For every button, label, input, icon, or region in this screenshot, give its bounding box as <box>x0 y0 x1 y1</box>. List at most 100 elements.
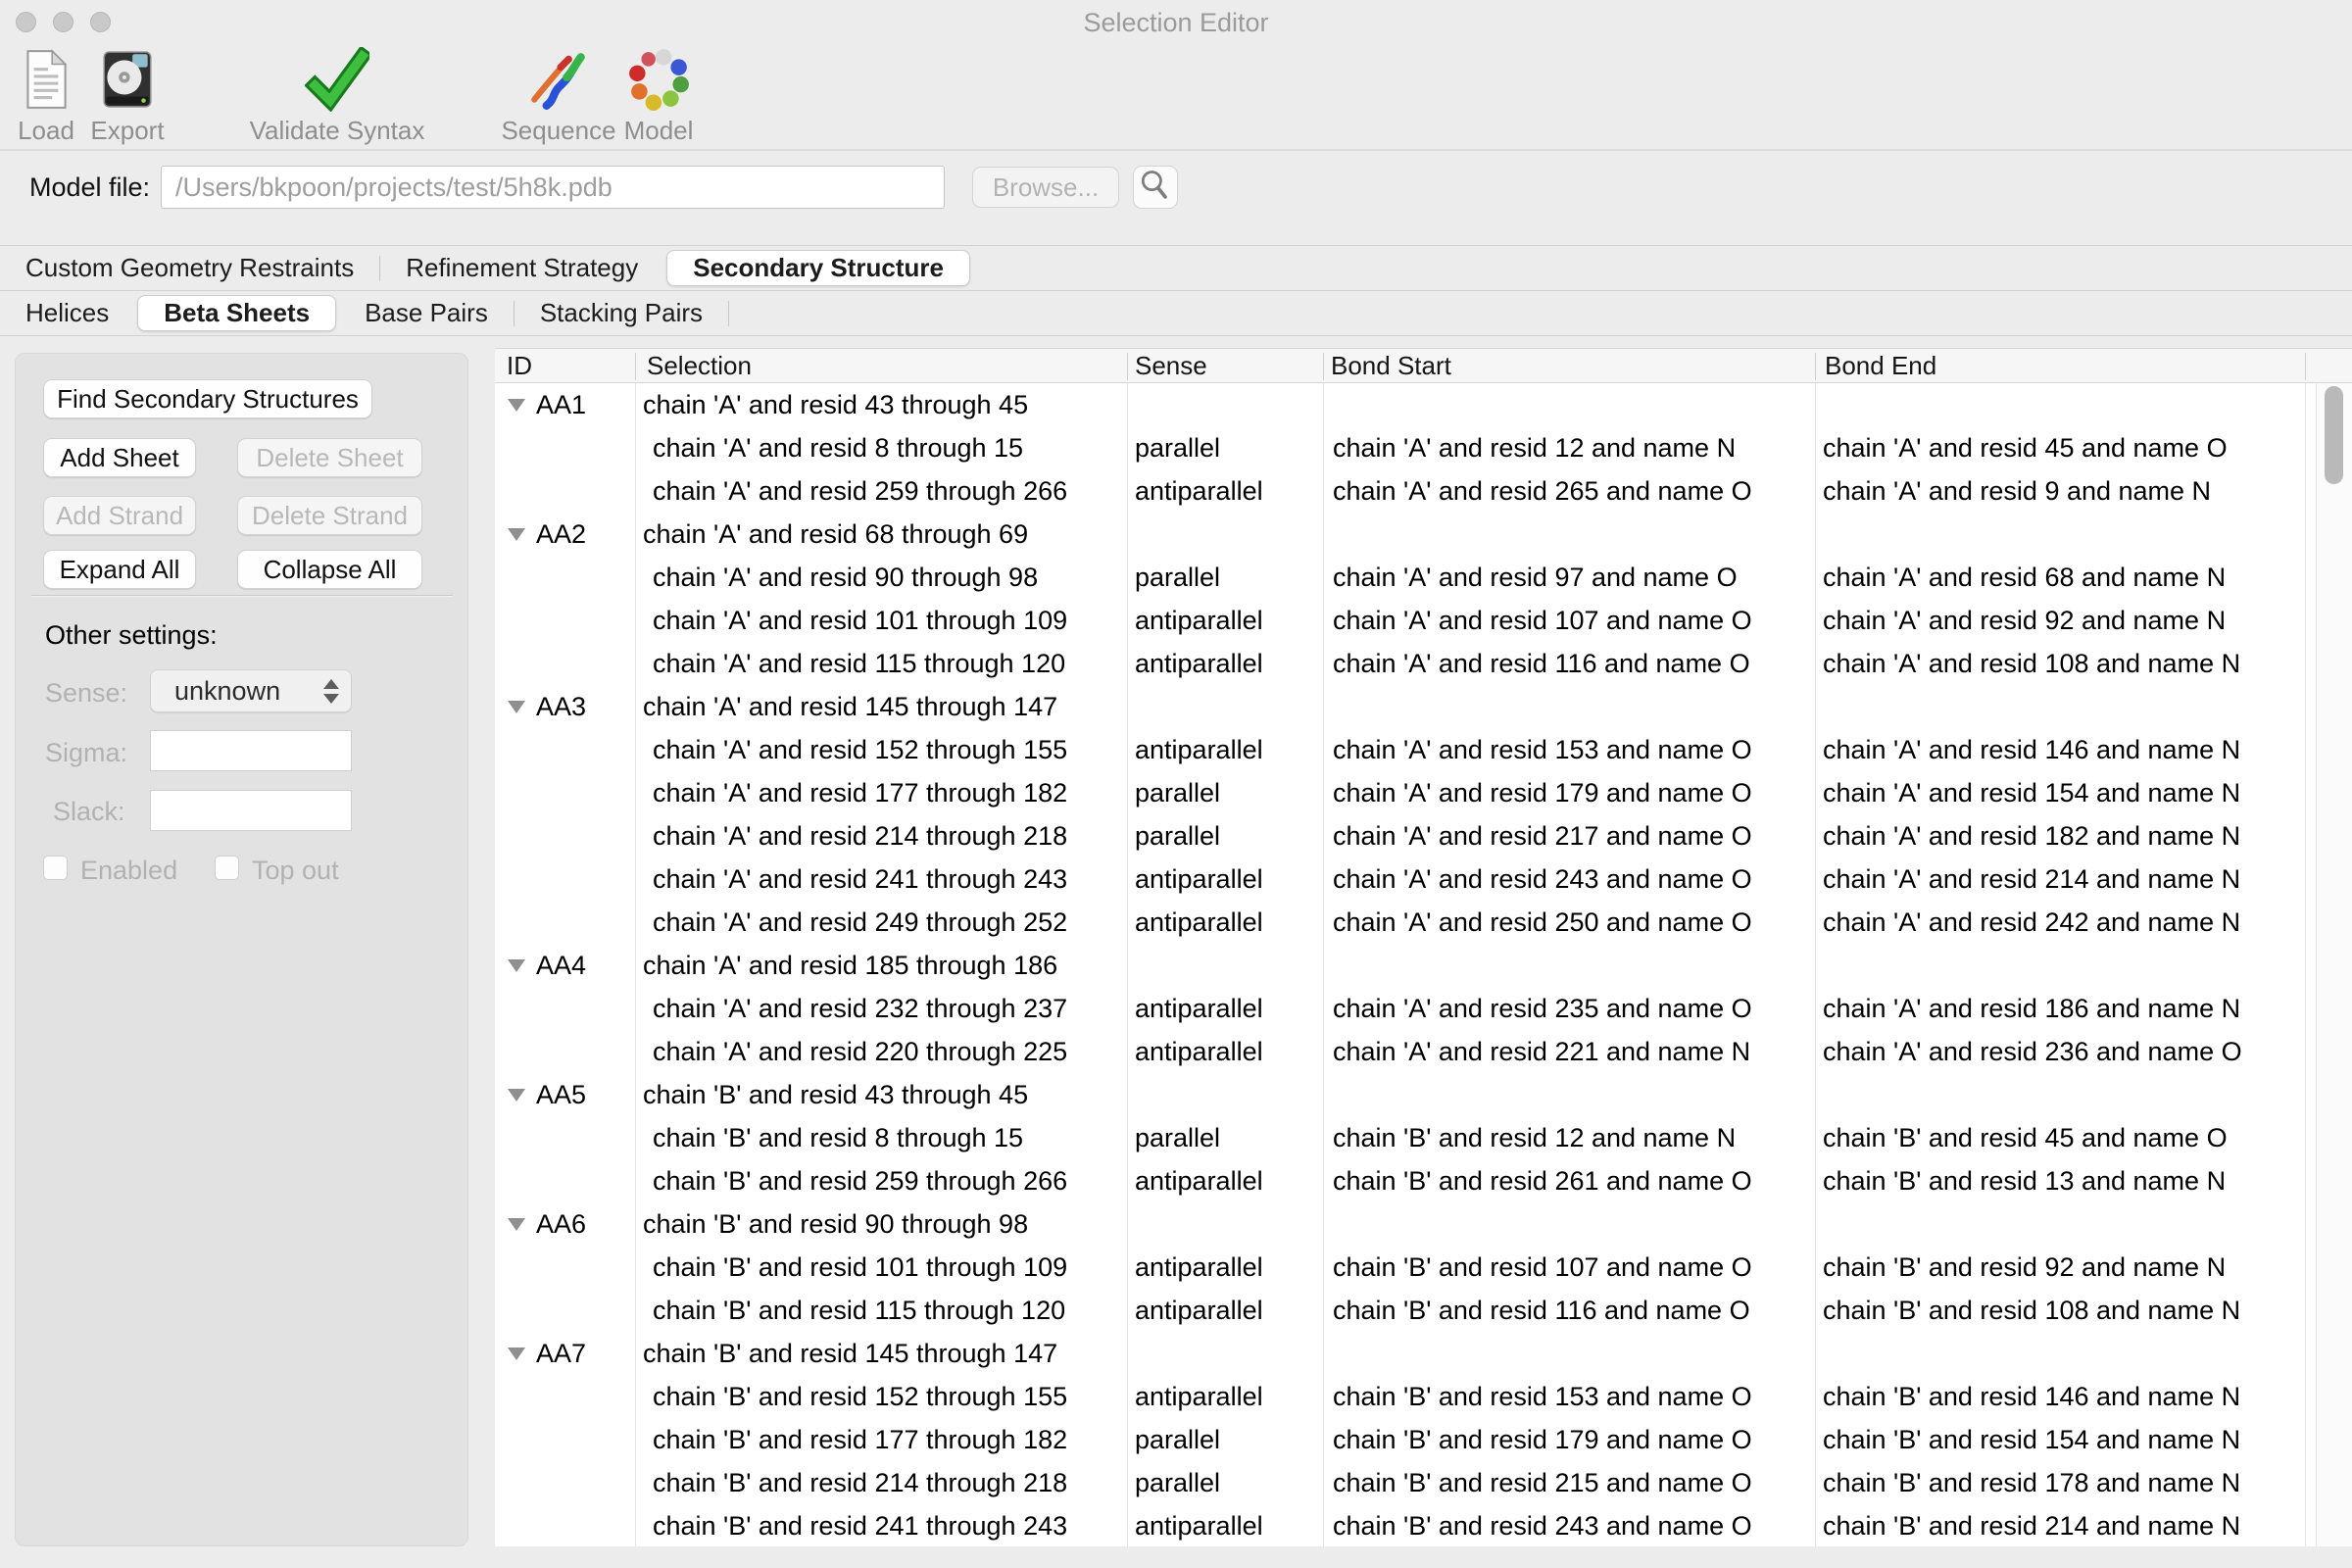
tab-base-pairs[interactable]: Base Pairs <box>339 291 514 335</box>
row-selection: chain 'B' and resid 152 through 155 <box>635 1375 1127 1418</box>
row-id: AA1 <box>536 383 586 426</box>
table-row[interactable]: chain 'A' and resid 232 through 237 anti… <box>495 987 2316 1030</box>
export-button[interactable]: Export <box>86 47 169 146</box>
search-file-button[interactable] <box>1133 166 1178 209</box>
table-row[interactable]: chain 'B' and resid 177 through 182 para… <box>495 1418 2316 1461</box>
table-row[interactable]: chain 'B' and resid 115 through 120 anti… <box>495 1289 2316 1332</box>
column-header-bond-start[interactable]: Bond Start <box>1331 349 1451 383</box>
expand-all-button[interactable]: Expand All <box>43 550 196 589</box>
column-line <box>1323 383 1324 1546</box>
row-bond-end: chain 'A' and resid 68 and name N <box>1815 556 2316 599</box>
row-bond-end: chain 'B' and resid 45 and name O <box>1815 1116 2316 1159</box>
table-row[interactable]: AA5 chain 'B' and resid 43 through 45 <box>495 1073 2316 1116</box>
disclosure-triangle-icon[interactable] <box>508 1348 525 1360</box>
table-row[interactable]: chain 'A' and resid 152 through 155 anti… <box>495 728 2316 771</box>
row-id-cell: AA2 <box>495 513 635 556</box>
tab-secondary-structure[interactable]: Secondary Structure <box>666 250 970 286</box>
row-bond-start: chain 'A' and resid 265 and name O <box>1323 469 1815 513</box>
add-sheet-button[interactable]: Add Sheet <box>43 438 196 477</box>
row-id-cell: AA4 <box>495 944 635 987</box>
green-check-icon <box>305 47 369 112</box>
tab-stacking-pairs[interactable]: Stacking Pairs <box>514 291 728 335</box>
row-bond-start: chain 'A' and resid 97 and name O <box>1323 556 1815 599</box>
column-header-bond-end[interactable]: Bond End <box>1825 349 1936 383</box>
model-file-bar: Model file: Browse... <box>0 157 2352 225</box>
row-selection: chain 'A' and resid 249 through 252 <box>635 901 1127 944</box>
row-sense: parallel <box>1127 1418 1323 1461</box>
table-row[interactable]: chain 'A' and resid 115 through 120 anti… <box>495 642 2316 685</box>
model-label: Model <box>605 116 712 146</box>
row-sense: parallel <box>1127 771 1323 814</box>
table-row[interactable]: chain 'B' and resid 214 through 218 para… <box>495 1461 2316 1504</box>
row-sense: antiparallel <box>1127 987 1323 1030</box>
delete-strand-button[interactable]: Delete Strand <box>237 496 422 535</box>
row-sense: antiparallel <box>1127 1246 1323 1289</box>
row-id-cell: AA3 <box>495 685 635 728</box>
row-id: AA7 <box>536 1332 586 1375</box>
enabled-checkbox[interactable] <box>43 856 68 880</box>
row-selection: chain 'B' and resid 145 through 147 <box>635 1332 1127 1375</box>
row-selection: chain 'A' and resid 185 through 186 <box>635 944 1127 987</box>
browse-button[interactable]: Browse... <box>972 167 1119 208</box>
disclosure-triangle-icon[interactable] <box>508 959 525 972</box>
table-row[interactable]: chain 'A' and resid 214 through 218 para… <box>495 814 2316 858</box>
table-row[interactable]: AA3 chain 'A' and resid 145 through 147 <box>495 685 2316 728</box>
row-bond-start: chain 'A' and resid 12 and name N <box>1323 426 1815 469</box>
collapse-all-button[interactable]: Collapse All <box>237 550 422 589</box>
top-out-checkbox[interactable] <box>215 856 239 880</box>
table-row[interactable]: AA7 chain 'B' and resid 145 through 147 <box>495 1332 2316 1375</box>
column-header-id[interactable]: ID <box>507 349 532 383</box>
table-row[interactable]: AA6 chain 'B' and resid 90 through 98 <box>495 1202 2316 1246</box>
disclosure-triangle-icon[interactable] <box>508 399 525 412</box>
column-line <box>1127 383 1128 1546</box>
disclosure-triangle-icon[interactable] <box>508 1089 525 1102</box>
table-row[interactable]: chain 'B' and resid 259 through 266 anti… <box>495 1159 2316 1202</box>
scrollbar-thumb[interactable] <box>2325 386 2343 484</box>
document-icon <box>14 47 78 112</box>
slack-field[interactable] <box>150 790 352 831</box>
row-bond-start: chain 'B' and resid 261 and name O <box>1323 1159 1815 1202</box>
column-header-sense[interactable]: Sense <box>1135 349 1207 383</box>
table-row[interactable]: chain 'B' and resid 152 through 155 anti… <box>495 1375 2316 1418</box>
add-strand-button[interactable]: Add Strand <box>43 496 196 535</box>
chevron-up-down-icon <box>323 679 339 704</box>
sigma-field[interactable] <box>150 730 352 771</box>
table-row[interactable]: chain 'A' and resid 177 through 182 para… <box>495 771 2316 814</box>
tab-refinement-strategy[interactable]: Refinement Strategy <box>380 246 663 290</box>
vertical-scrollbar[interactable] <box>2316 383 2352 1546</box>
column-header-selection[interactable]: Selection <box>647 349 752 383</box>
model-file-input[interactable] <box>161 166 945 209</box>
delete-sheet-button[interactable]: Delete Sheet <box>237 438 422 477</box>
table-row[interactable]: chain 'A' and resid 90 through 98 parall… <box>495 556 2316 599</box>
validate-syntax-button[interactable]: Validate Syntax <box>239 47 435 146</box>
table-row[interactable]: chain 'A' and resid 241 through 243 anti… <box>495 858 2316 901</box>
table-row[interactable]: chain 'A' and resid 101 through 109 anti… <box>495 599 2316 642</box>
table-row[interactable]: chain 'A' and resid 249 through 252 anti… <box>495 901 2316 944</box>
find-secondary-structures-button[interactable]: Find Secondary Structures <box>43 379 372 418</box>
table-row[interactable]: chain 'B' and resid 241 through 243 anti… <box>495 1504 2316 1546</box>
row-selection: chain 'A' and resid 241 through 243 <box>635 858 1127 901</box>
model-button[interactable]: Model <box>605 47 712 146</box>
table-row[interactable]: AA2 chain 'A' and resid 68 through 69 <box>495 513 2316 556</box>
tab-helices[interactable]: Helices <box>0 291 134 335</box>
row-bond-start: chain 'B' and resid 215 and name O <box>1323 1461 1815 1504</box>
table-row[interactable]: chain 'B' and resid 101 through 109 anti… <box>495 1246 2316 1289</box>
row-bond-end: chain 'A' and resid 146 and name N <box>1815 728 2316 771</box>
molecule-icon <box>626 47 691 112</box>
table-row[interactable]: AA1 chain 'A' and resid 43 through 45 <box>495 383 2316 426</box>
disclosure-triangle-icon[interactable] <box>508 528 525 541</box>
table-row[interactable]: chain 'B' and resid 8 through 15 paralle… <box>495 1116 2316 1159</box>
row-bond-start: chain 'A' and resid 153 and name O <box>1323 728 1815 771</box>
table-row[interactable]: chain 'A' and resid 220 through 225 anti… <box>495 1030 2316 1073</box>
disclosure-triangle-icon[interactable] <box>508 701 525 713</box>
table-row[interactable]: chain 'A' and resid 259 through 266 anti… <box>495 469 2316 513</box>
disclosure-triangle-icon[interactable] <box>508 1218 525 1231</box>
load-button[interactable]: Load <box>12 47 80 146</box>
tab-custom-geometry-restraints[interactable]: Custom Geometry Restraints <box>0 246 379 290</box>
tab-beta-sheets[interactable]: Beta Sheets <box>137 295 336 331</box>
table-row[interactable]: chain 'A' and resid 8 through 15 paralle… <box>495 426 2316 469</box>
row-bond-end: chain 'A' and resid 9 and name N <box>1815 469 2316 513</box>
row-selection: chain 'A' and resid 101 through 109 <box>635 599 1127 642</box>
table-row[interactable]: AA4 chain 'A' and resid 185 through 186 <box>495 944 2316 987</box>
sense-dropdown[interactable]: unknown <box>150 669 352 712</box>
